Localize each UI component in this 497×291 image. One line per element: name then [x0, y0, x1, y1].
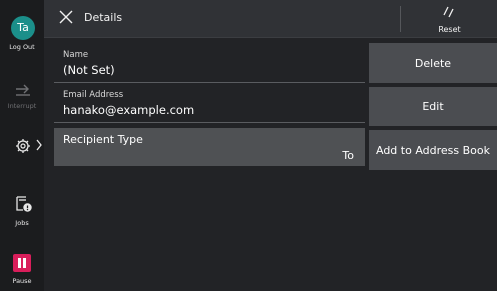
page-title: Details — [84, 11, 123, 24]
jobs-icon[interactable] — [15, 195, 33, 213]
add-to-address-book-button[interactable]: Add to Address Book — [369, 130, 497, 170]
edit-button[interactable]: Edit — [369, 87, 497, 126]
pause-button[interactable] — [13, 254, 31, 272]
recipient-type-row[interactable]: Recipient Type To — [54, 128, 365, 166]
email-field: Email Address hanako@example.com — [54, 87, 365, 123]
email-label: Email Address — [63, 90, 124, 100]
reset-button[interactable]: Reset — [402, 0, 497, 37]
header-bar: Details Reset — [44, 0, 497, 38]
logout-label[interactable]: Log Out — [0, 43, 44, 51]
reset-label: Reset — [438, 25, 461, 34]
name-value: (Not Set) — [63, 63, 115, 77]
header-divider — [400, 6, 401, 32]
left-rail: Ta Log Out Interrupt Jobs Pause — [0, 0, 44, 291]
user-avatar[interactable]: Ta — [11, 16, 35, 40]
pause-label[interactable]: Pause — [0, 277, 44, 285]
close-icon[interactable] — [59, 10, 73, 24]
interrupt-icon — [16, 84, 30, 96]
name-field: Name (Not Set) — [54, 47, 365, 83]
delete-button[interactable]: Delete — [369, 43, 497, 83]
name-label: Name — [63, 50, 89, 60]
gear-icon[interactable] — [15, 138, 31, 154]
chevron-right-icon[interactable] — [35, 137, 43, 153]
jobs-label[interactable]: Jobs — [0, 219, 44, 227]
email-value: hanako@example.com — [63, 103, 195, 117]
reset-icon — [443, 6, 454, 18]
interrupt-label: Interrupt — [7, 102, 37, 110]
recipient-type-label: Recipient Type — [63, 133, 143, 146]
recipient-type-value: To — [342, 149, 354, 162]
